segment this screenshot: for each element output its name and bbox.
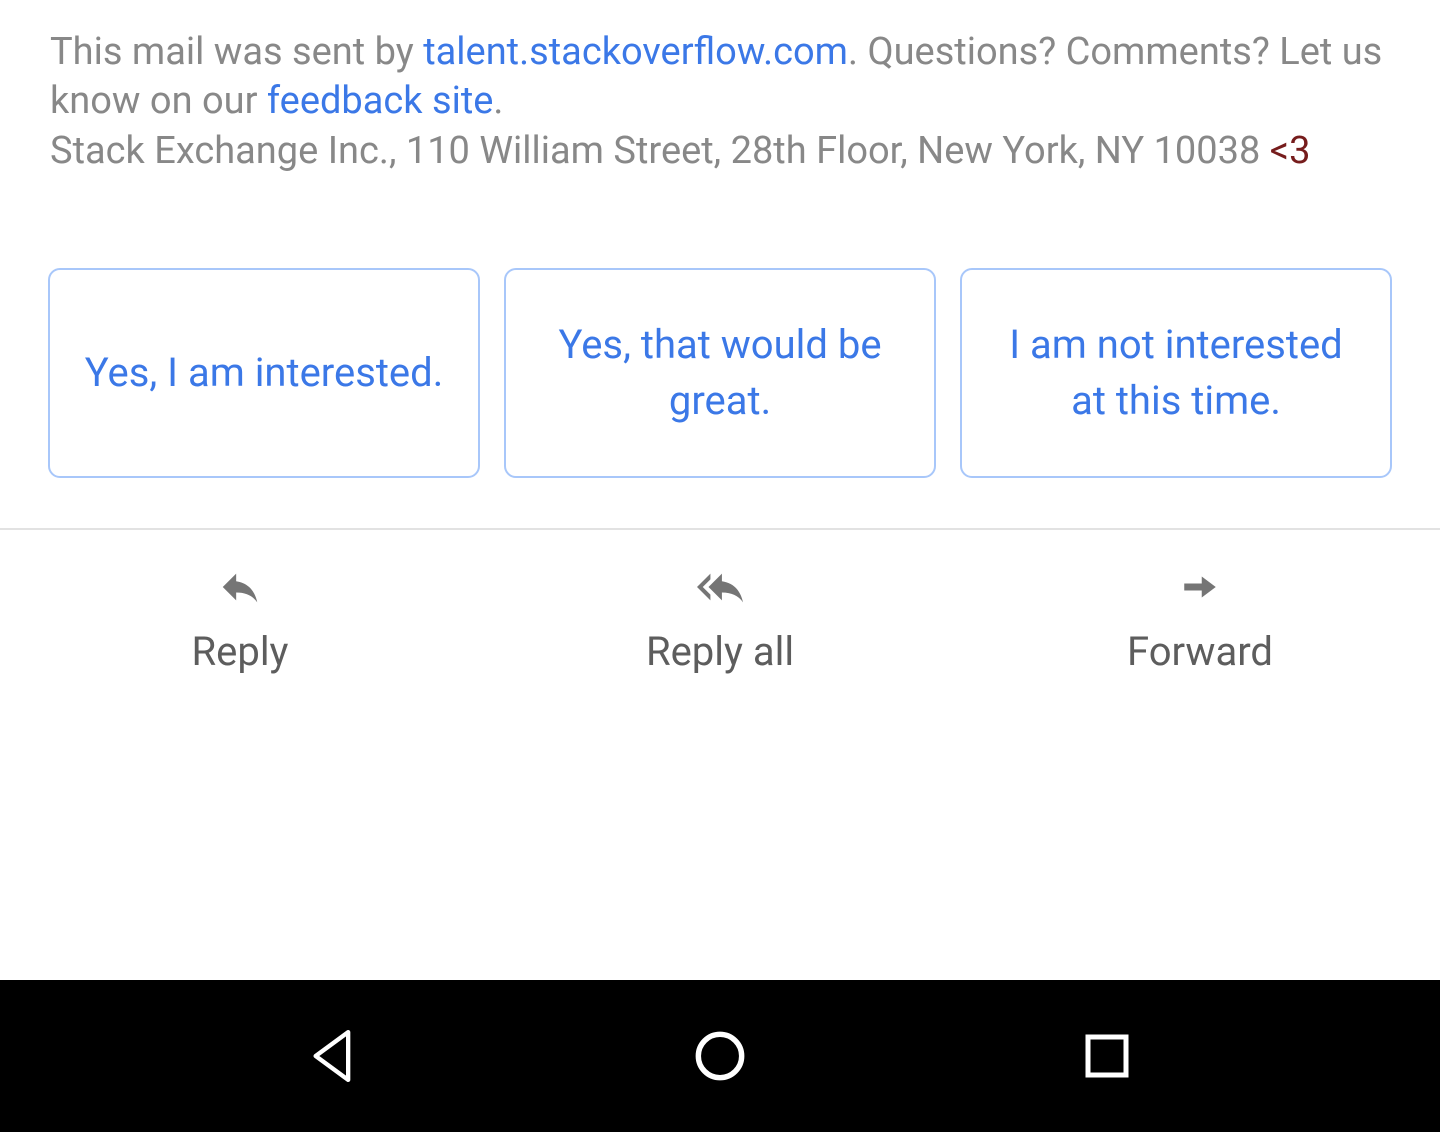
recents-button[interactable] — [1077, 1026, 1137, 1086]
footer-address-line: Stack Exchange Inc., 110 William Street,… — [50, 127, 1390, 176]
reply-label: Reply — [192, 628, 289, 675]
feedback-link[interactable]: feedback site — [267, 79, 494, 123]
reply-all-label: Reply all — [646, 628, 794, 675]
forward-label: Forward — [1127, 628, 1273, 675]
footer-address: Stack Exchange Inc., 110 William Street,… — [50, 129, 1270, 173]
reply-icon — [212, 564, 268, 610]
back-button[interactable] — [303, 1026, 363, 1086]
smart-reply-option-3[interactable]: I am not interested at this time. — [960, 268, 1392, 478]
reply-all-button[interactable]: Reply all — [480, 564, 960, 675]
heart-icon: <3 — [1270, 129, 1311, 173]
talent-link[interactable]: talent.stackoverflow.com — [423, 30, 848, 74]
smart-reply-label: I am not interested at this time. — [992, 317, 1360, 429]
reply-button[interactable]: Reply — [0, 564, 480, 675]
smart-reply-label: Yes, I am interested. — [85, 345, 444, 401]
forward-button[interactable]: Forward — [960, 564, 1440, 675]
email-footer-block: This mail was sent by talent.stackoverfl… — [0, 0, 1440, 216]
smart-reply-label: Yes, that would be great. — [536, 317, 904, 429]
footer-text-part1: This mail was sent by — [50, 30, 423, 74]
forward-icon — [1175, 564, 1225, 610]
email-actions-row: Reply Reply all Forward — [0, 530, 1440, 675]
spacer — [0, 675, 1440, 980]
footer-text-part3: . — [493, 79, 503, 123]
smart-reply-row: Yes, I am interested. Yes, that would be… — [0, 268, 1440, 478]
smart-reply-option-1[interactable]: Yes, I am interested. — [48, 268, 480, 478]
footer-line-1: This mail was sent by talent.stackoverfl… — [50, 28, 1390, 127]
home-button[interactable] — [690, 1026, 750, 1086]
smart-reply-option-2[interactable]: Yes, that would be great. — [504, 268, 936, 478]
android-nav-bar — [0, 980, 1440, 1132]
reply-all-icon — [681, 564, 759, 610]
